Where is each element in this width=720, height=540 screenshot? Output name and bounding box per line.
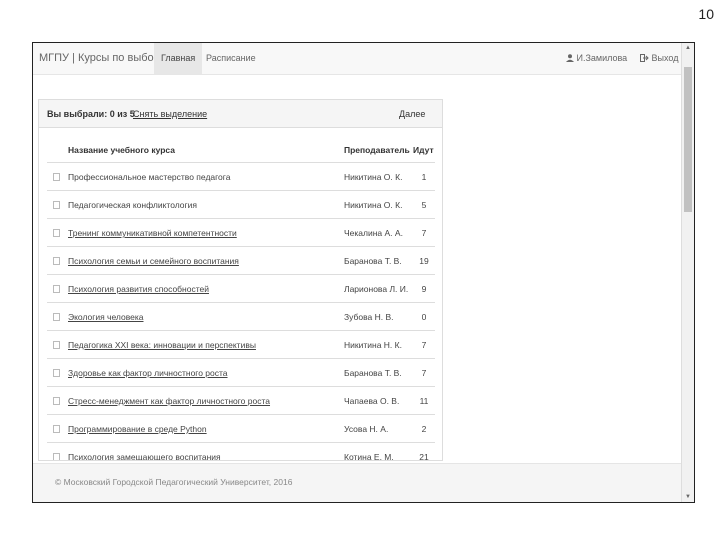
enrolled-count: 5 (421, 200, 427, 210)
row-checkbox[interactable] (53, 425, 60, 433)
enrolled-count: 21 (419, 452, 429, 461)
table-row[interactable]: Экология человека Зубова Н. В. 0 (47, 302, 435, 331)
row-checkbox[interactable] (53, 229, 60, 237)
row-checkbox[interactable] (53, 201, 60, 209)
teacher-name: Никитина О. К. (344, 172, 403, 182)
scroll-up-arrow-icon[interactable]: ▲ (682, 43, 694, 53)
browser-window: МГПУ | Курсы по выбору Главная Расписани… (32, 42, 695, 503)
logout-label: Выход (651, 53, 679, 63)
table-row[interactable]: Программирование в среде Python Усова Н. … (47, 414, 435, 443)
course-name: Профессиональное мастерство педагога (68, 172, 231, 182)
table-row[interactable]: Психология развития способностей Ларионов… (47, 274, 435, 303)
teacher-name: Баранова Т. В. (344, 368, 402, 378)
brand-title[interactable]: МГПУ | Курсы по выбору (39, 52, 165, 64)
vertical-scrollbar[interactable]: ▲ ▼ (681, 43, 694, 502)
teacher-name: Ларионова Л. И. (344, 284, 409, 294)
course-name[interactable]: Педагогика XXI века: инновации и перспек… (68, 340, 256, 350)
course-selection-panel: Вы выбрали: 0 из 5 Снять выделение Далее… (38, 99, 443, 461)
nav-schedule[interactable]: Расписание (199, 43, 263, 74)
row-checkbox[interactable] (53, 313, 60, 321)
course-name[interactable]: Здоровье как фактор личностного роста (68, 368, 228, 378)
enrolled-count: 0 (421, 312, 427, 322)
logout-icon (640, 54, 649, 62)
course-name[interactable]: Психология замещающего воспитания (68, 452, 221, 460)
column-header-count: Идут (413, 145, 434, 155)
course-name: Педагогическая конфликтология (68, 200, 197, 210)
course-name[interactable]: Психология развития способностей (68, 284, 209, 294)
table-row[interactable]: Здоровье как фактор личностного роста Бар… (47, 358, 435, 387)
row-checkbox[interactable] (53, 341, 60, 349)
table-row[interactable]: Психология замещающего воспитания Котина … (47, 442, 435, 461)
page-footer: © Московский Городской Педагогический Ун… (33, 463, 682, 502)
course-name[interactable]: Стресс-менеджмент как фактор личностного… (68, 396, 270, 406)
user-menu[interactable]: И.Замилова (566, 43, 627, 74)
row-checkbox[interactable] (53, 369, 60, 377)
column-header-teacher: Преподаватель (344, 145, 410, 155)
teacher-name: Котина Е. М. (344, 452, 394, 461)
user-name: И.Замилова (576, 53, 628, 63)
teacher-name: Никитина О. К. (344, 200, 403, 210)
table-row[interactable]: Педагогическая конфликтология Никитина О.… (47, 190, 435, 219)
teacher-name: Усова Н. А. (344, 424, 389, 434)
enrolled-count: 7 (421, 368, 427, 378)
teacher-name: Зубова Н. В. (344, 312, 394, 322)
nav-home[interactable]: Главная (154, 43, 203, 74)
table-row[interactable]: Стресс-менеджмент как фактор личностного… (47, 386, 435, 415)
course-name[interactable]: Экология человека (68, 312, 144, 322)
row-checkbox[interactable] (53, 397, 60, 405)
enrolled-count: 19 (419, 256, 429, 266)
scroll-thumb[interactable] (684, 67, 692, 212)
enrolled-count: 7 (421, 228, 427, 238)
row-checkbox[interactable] (53, 285, 60, 293)
enrolled-count: 2 (421, 424, 427, 434)
panel-heading: Вы выбрали: 0 из 5 Снять выделение Далее (39, 100, 442, 128)
row-checkbox[interactable] (53, 257, 60, 265)
enrolled-count: 9 (421, 284, 427, 294)
teacher-name: Никитина Н. К. (344, 340, 402, 350)
row-checkbox[interactable] (53, 453, 60, 460)
enrolled-count: 1 (421, 172, 427, 182)
row-checkbox[interactable] (53, 173, 60, 181)
course-name[interactable]: Программирование в среде Python (68, 424, 207, 434)
enrolled-count: 11 (419, 396, 429, 406)
teacher-name: Чапаева О. В. (344, 396, 400, 406)
course-name[interactable]: Психология семьи и семейного воспитания (68, 256, 239, 266)
table-row[interactable]: Профессиональное мастерство педагога Ники… (47, 162, 435, 191)
next-button[interactable]: Далее (399, 109, 425, 119)
user-icon (566, 54, 574, 62)
teacher-name: Баранова Т. В. (344, 256, 402, 266)
table-row[interactable]: Педагогика XXI века: инновации и перспек… (47, 330, 435, 359)
slide-number: 10 (698, 6, 714, 22)
top-navbar: МГПУ | Курсы по выбору Главная Расписани… (33, 43, 682, 75)
scroll-down-arrow-icon[interactable]: ▼ (682, 492, 694, 502)
logout-link[interactable]: Выход (640, 43, 678, 74)
teacher-name: Чекалина А. А. (344, 228, 403, 238)
column-header-course: Название учебного курса (68, 145, 175, 155)
table-row[interactable]: Тренинг коммуникативной компетентности Че… (47, 218, 435, 247)
selected-count: Вы выбрали: 0 из 5 (47, 109, 135, 119)
enrolled-count: 7 (421, 340, 427, 350)
table-row[interactable]: Психология семьи и семейного воспитания Б… (47, 246, 435, 275)
course-name[interactable]: Тренинг коммуникативной компетентности (68, 228, 237, 238)
clear-selection-link[interactable]: Снять выделение (133, 109, 207, 119)
copyright-text: © Московский Городской Педагогический Ун… (55, 477, 293, 487)
